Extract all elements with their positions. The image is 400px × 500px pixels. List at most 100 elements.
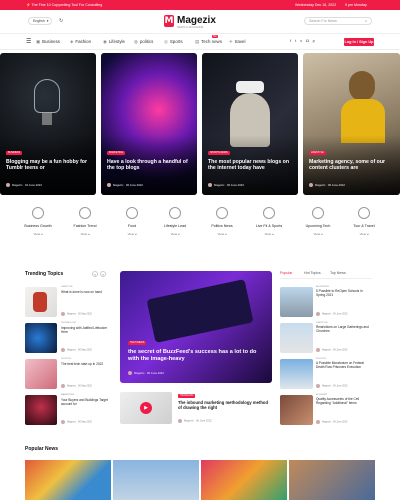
- sub-tag[interactable]: TRAVELING: [178, 394, 196, 398]
- card-tag[interactable]: BUSINESS: [6, 151, 23, 155]
- category-business[interactable]: Business Growth View ◂: [13, 207, 63, 236]
- tab-popular[interactable]: Popular: [280, 271, 292, 275]
- card-tag[interactable]: SPORTS NEWS: [208, 151, 230, 155]
- avatar: [107, 183, 111, 188]
- avatar: [61, 348, 65, 352]
- tab-top-news[interactable]: Top News: [330, 271, 346, 275]
- top-time: 9 pm Monday: [345, 3, 367, 7]
- category-travel[interactable]: Tour & Travel View ◂: [339, 207, 389, 236]
- popular-item[interactable]: LIFESTYLE Restrictions on Large Gatherin…: [280, 322, 370, 357]
- avatar: [128, 371, 132, 376]
- trending-item[interactable]: POLITICS The best tech start up in 2022 …: [25, 358, 110, 393]
- avatar: [309, 183, 313, 188]
- travel-icon: [358, 207, 370, 219]
- avatar: [61, 420, 65, 424]
- hero-card[interactable]: LIFESTYLE Marketing agency, some of our …: [303, 53, 400, 195]
- category-sports[interactable]: Live Fit & Sports View ◂: [244, 207, 294, 236]
- hero-card[interactable]: SPORTS NEWS The most popular news blogs …: [202, 53, 298, 195]
- nav-item-tech-news[interactable]: ▤ Tech news: [195, 39, 222, 45]
- hero-card[interactable]: BUSINESS Blogging may be a fun hobby for…: [0, 53, 96, 195]
- logo-mark: M: [164, 15, 174, 27]
- feature-card[interactable]: TECH NEWS the secret of BuzzFeed's succe…: [120, 271, 272, 383]
- category-lifestyle[interactable]: Lifestyle Lead View ◂: [150, 207, 200, 236]
- card-meta: Magezix · 06 June 2022: [208, 183, 244, 188]
- category-row: Business Growth View ◂ Fashion Trend View …: [0, 207, 400, 257]
- avatar: [316, 312, 320, 316]
- thumb-image: [25, 395, 57, 425]
- thumb-image: [280, 395, 313, 425]
- popular-image[interactable]: [113, 460, 199, 500]
- avatar: [208, 183, 212, 188]
- menu-icon[interactable]: ☰: [26, 38, 31, 45]
- popular-item[interactable]: EDUCATION 5 Possible to ReOpen Schools I…: [280, 286, 370, 321]
- sub-title[interactable]: The inbound marketing methodology method…: [178, 400, 270, 410]
- popular-item[interactable]: POLITICS A Possible Moratorium on Federa…: [280, 358, 370, 393]
- logo-tagline: NEWS & MAGAZINE: [177, 25, 204, 29]
- popular-image[interactable]: [25, 460, 111, 500]
- prev-arrow-icon[interactable]: ‹: [92, 271, 98, 277]
- trending-item[interactable]: MARKETING Your Buyers and Buildings Targ…: [25, 394, 110, 429]
- feature-meta: Magezix · 06 June 2022: [128, 371, 164, 376]
- bulb-image: [34, 79, 60, 113]
- site-logo[interactable]: M Magezix NEWS & MAGAZINE: [164, 14, 236, 30]
- avatar: [61, 384, 65, 388]
- login-button[interactable]: Log In / Sign Up: [344, 38, 374, 46]
- play-icon[interactable]: ▶: [140, 402, 152, 414]
- hot-badge: Hot: [212, 35, 218, 38]
- feature-tag[interactable]: TECH NEWS: [128, 341, 147, 345]
- search-input[interactable]: Search For News: [309, 19, 337, 23]
- popular-image[interactable]: [201, 460, 287, 500]
- thumb-image: [280, 323, 313, 353]
- card-tag[interactable]: LIFESTYLE: [309, 151, 326, 155]
- nav-item-travel[interactable]: ✈ travel: [229, 39, 245, 45]
- pinterest-icon[interactable]: p: [313, 38, 319, 43]
- search-box[interactable]: Search For News ⌕: [304, 17, 372, 25]
- nav-item-sports[interactable]: ◎ Sports: [164, 39, 183, 45]
- thumb-image: [280, 359, 313, 389]
- top-bar: ⚡ The Fine 10 Copywriting Tool For Consu…: [0, 0, 400, 10]
- trending-item[interactable]: TECHNOLOGY Improving with Jatified Lifel…: [25, 322, 110, 357]
- language-select[interactable]: English ▾: [28, 17, 52, 25]
- popular-item[interactable]: ECONOMY Quality Accessories of the Cell …: [280, 394, 370, 429]
- next-arrow-icon[interactable]: ›: [100, 271, 106, 277]
- video-thumb-image: ▶: [120, 392, 172, 424]
- card-title[interactable]: Marketing agency, some of our content cl…: [309, 159, 395, 172]
- food-icon: [126, 207, 138, 219]
- trending-item[interactable]: LIFESTYLE What is done is now on hand Ma…: [25, 286, 110, 321]
- search-icon[interactable]: ⌕: [365, 19, 367, 23]
- thumb-image: [25, 287, 57, 317]
- hero-card[interactable]: MARKETING Have a look through a handful …: [101, 53, 197, 195]
- popular-image[interactable]: [289, 460, 375, 500]
- tab-hot-topics[interactable]: Hot Topics: [304, 271, 321, 275]
- nav-item-business[interactable]: ▣ Business: [36, 39, 60, 45]
- feature-sub-item[interactable]: ▶ TRAVELING The inbound marketing method…: [120, 392, 272, 426]
- refresh-icon[interactable]: ↻: [59, 18, 63, 24]
- top-promo[interactable]: ⚡ The Fine 10 Copywriting Tool For Consu…: [26, 3, 102, 7]
- top-weekday: Wednesday Dec 16, 2022: [295, 3, 337, 7]
- card-title[interactable]: Have a look through a handful of the top…: [107, 159, 193, 172]
- card-tag[interactable]: MARKETING: [107, 151, 126, 155]
- card-meta: Magezix · 06 June 2022: [309, 183, 345, 188]
- avatar: [178, 419, 182, 423]
- card-meta: Magezix · 06 June 2022: [107, 183, 143, 188]
- avatar: [316, 420, 320, 424]
- card-meta: Magezix · 04 June 2022: [6, 183, 42, 188]
- avatar: [316, 384, 320, 388]
- tech-icon: [312, 207, 324, 219]
- header: English ▾ ↻ M Magezix NEWS & MAGAZINE Sea…: [0, 10, 400, 34]
- category-tech[interactable]: Upcoming Tech View ◂: [293, 207, 343, 236]
- feature-title[interactable]: the secret of BuzzFeed's success has a l…: [128, 349, 268, 363]
- nav-item-politics[interactable]: ◍ politics: [134, 39, 153, 45]
- main-nav: ☰ ▣ Business ◈ Fashion ◉ Lifestyle ◍ politic…: [0, 34, 400, 50]
- category-politics[interactable]: Politics News View ◂: [197, 207, 247, 236]
- category-fashion[interactable]: Fashion Trend View ◂: [60, 207, 110, 236]
- popular-news-title: Popular News: [25, 446, 59, 452]
- nav-item-lifestyle[interactable]: ◉ Lifestyle: [103, 39, 125, 45]
- nav-item-fashion[interactable]: ◈ Fashion: [70, 39, 91, 45]
- fashion-icon: [79, 207, 91, 219]
- woman-image: [349, 71, 375, 101]
- card-title[interactable]: Blogging may be a fun hobby for Tumblr t…: [6, 159, 92, 172]
- avatar: [316, 348, 320, 352]
- card-title[interactable]: The most popular news blogs on the inter…: [208, 159, 294, 172]
- trending-title: Trending Topics: [25, 271, 64, 277]
